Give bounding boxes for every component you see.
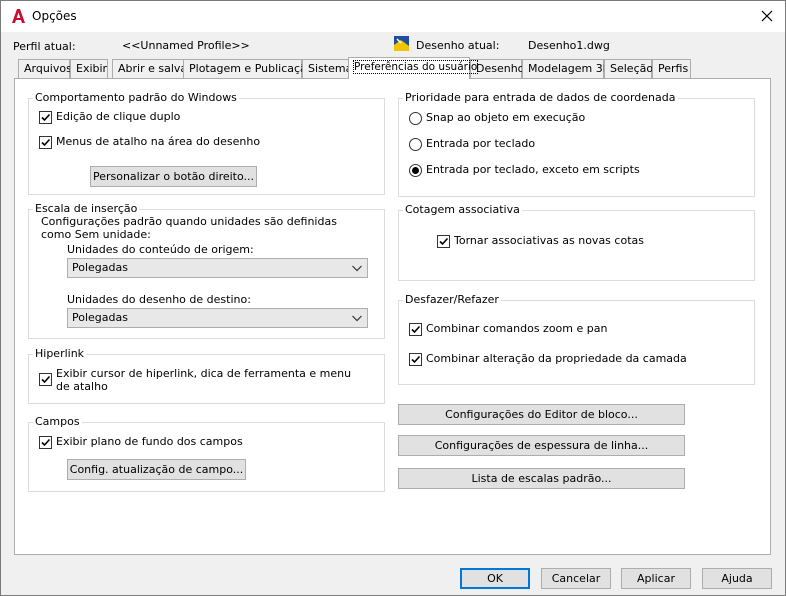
double-click-checkbox[interactable] (39, 111, 52, 124)
checkmark-icon (411, 355, 421, 364)
customize-right-click-button[interactable]: Personalizar o botão direito... (90, 166, 257, 187)
hyperlink-cursor-checkbox[interactable] (39, 373, 52, 386)
ok-button[interactable]: OK (460, 568, 530, 589)
shortcut-menus-label: Menus de atalho na área do desenho (56, 135, 261, 148)
tab-preferencias[interactable]: Preferências do usuário (348, 57, 479, 79)
radio-keyboard-entry-label: Entrada por teclado (426, 137, 536, 150)
radio-keyboard-entry[interactable] (409, 138, 422, 151)
group-title: Prioridade para entrada de dados de coor… (403, 91, 678, 104)
source-units-select[interactable]: Polegadas (67, 258, 368, 278)
new-associative-dims-label: Tornar associativas as novas cotas (454, 234, 644, 247)
group-associative-dimensioning: Cotagem associativa Tornar associativas … (398, 203, 755, 281)
tab-arquivos[interactable]: Arquivos (18, 59, 72, 79)
checkmark-icon (439, 237, 449, 246)
group-title: Cotagem associativa (403, 203, 522, 216)
tab-plotagem[interactable]: Plotagem e Publicação (183, 59, 314, 79)
new-associative-dims-checkbox[interactable] (437, 235, 450, 248)
source-units-value: Polegadas (72, 261, 128, 274)
lineweight-settings-button[interactable]: Configurações de espessura de linha... (398, 435, 685, 456)
group-title: Comportamento padrão do Windows (33, 91, 239, 104)
tab-desenho[interactable]: Desenho (470, 59, 524, 79)
checkmark-icon (41, 375, 51, 384)
insertion-desc-line1: Configurações padrão quando unidades são… (41, 215, 337, 228)
radio-keyboard-except-scripts-label: Entrada por teclado, exceto em scripts (426, 163, 640, 176)
double-click-label: Edição de clique duplo (56, 110, 181, 123)
group-title: Campos (33, 415, 82, 428)
window-title: Opções (32, 9, 77, 23)
block-editor-settings-button[interactable]: Configurações do Editor de bloco... (398, 404, 685, 425)
checkmark-icon (41, 438, 51, 447)
drawing-value: Desenho1.dwg (528, 39, 610, 52)
help-button[interactable]: Ajuda (702, 568, 772, 589)
close-icon[interactable] (757, 6, 777, 26)
chevron-down-icon (352, 265, 362, 272)
combine-layer-property-label: Combinar alteração da propriedade da cam… (426, 352, 687, 365)
profile-value: <<Unnamed Profile>> (122, 39, 250, 52)
field-background-label: Exibir plano de fundo dos campos (56, 435, 243, 448)
checkmark-icon (41, 138, 51, 147)
chevron-down-icon (352, 315, 362, 322)
field-update-settings-button[interactable]: Config. atualização de campo... (67, 459, 246, 480)
tab-panel-preferencias: Comportamento padrão do Windows Edição d… (14, 78, 771, 555)
group-title: Hiperlink (33, 347, 87, 360)
field-background-checkbox[interactable] (39, 436, 52, 449)
cancel-button[interactable]: Cancelar (541, 568, 611, 589)
group-title: Escala de inserção (33, 202, 140, 215)
checkmark-icon (411, 325, 421, 334)
source-units-label: Unidades do conteúdo de origem: (67, 243, 254, 256)
shortcut-menus-checkbox[interactable] (39, 136, 52, 149)
drawing-file-icon (394, 36, 409, 51)
group-title: Desfazer/Refazer (403, 293, 501, 306)
tab-abrir-e-salvar[interactable]: Abrir e salvar (112, 59, 192, 79)
radio-keyboard-except-scripts[interactable] (409, 164, 422, 177)
tab-perfis[interactable]: Perfis (652, 59, 691, 79)
tab-modelagem-3d[interactable]: Modelagem 3D (522, 59, 611, 79)
target-units-value: Polegadas (72, 311, 128, 324)
target-units-select[interactable]: Polegadas (67, 308, 368, 328)
target-units-label: Unidades do desenho de destino: (67, 293, 251, 306)
group-hyperlink: Hiperlink Exibir cursor de hiperlink, di… (28, 347, 385, 404)
default-scale-list-button[interactable]: Lista de escalas padrão... (398, 468, 685, 489)
profile-label: Perfil atual: (13, 40, 76, 53)
group-undo-redo: Desfazer/Refazer Combinar comandos zoom … (398, 293, 755, 385)
group-windows-behavior: Comportamento padrão do Windows Edição d… (28, 91, 385, 195)
apply-button[interactable]: Aplicar (621, 568, 691, 589)
tab-sistema[interactable]: Sistema (302, 59, 352, 79)
checkmark-icon (41, 113, 51, 122)
radio-running-osnap-label: Snap ao objeto em execução (426, 111, 586, 124)
combine-zoom-pan-checkbox[interactable] (409, 323, 422, 336)
group-insertion-scale: Escala de inserção Configurações padrão … (28, 202, 385, 339)
group-coordinate-priority: Prioridade para entrada de dados de coor… (398, 91, 755, 197)
title-bar: Opções (1, 1, 785, 32)
drawing-label: Desenho atual: (416, 39, 500, 52)
group-fields: Campos Exibir plano de fundo dos campos … (28, 415, 385, 492)
tab-selecao[interactable]: Seleção (604, 59, 653, 79)
tab-exibir[interactable]: Exibir (70, 59, 108, 79)
insertion-desc-line2: como Sem unidade: (41, 228, 151, 241)
hyperlink-label-line2: de atalho (56, 380, 108, 393)
options-dialog: Opções Perfil atual: <<Unnamed Profile>>… (0, 0, 786, 596)
combine-layer-property-checkbox[interactable] (409, 353, 422, 366)
autocad-a-icon (12, 9, 25, 23)
hyperlink-label-line1: Exibir cursor de hiperlink, dica de ferr… (56, 367, 352, 380)
combine-zoom-pan-label: Combinar comandos zoom e pan (426, 322, 608, 335)
radio-running-osnap[interactable] (409, 112, 422, 125)
